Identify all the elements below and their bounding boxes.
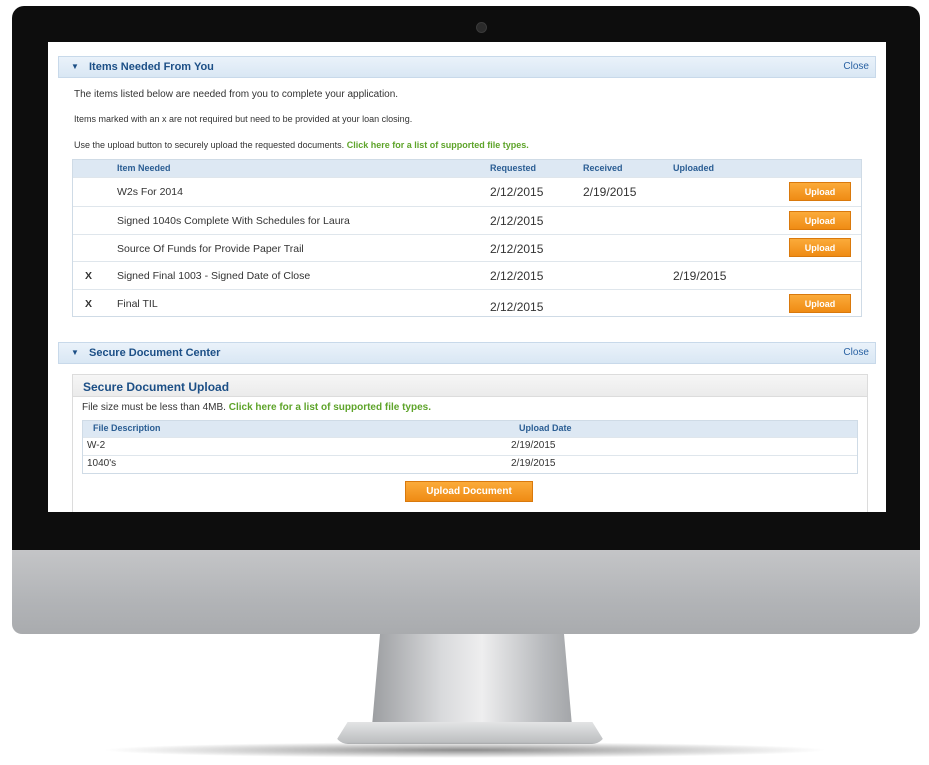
item-name: Signed 1040s Complete With Schedules for… [117,215,350,227]
screen: ▼ Items Needed From You Close The items … [48,42,886,512]
col-upload-date: Upload Date [519,423,572,433]
upload-document-button[interactable]: Upload Document [405,481,533,502]
triangle-down-icon[interactable]: ▼ [71,62,79,71]
item-name: Source Of Funds for Provide Paper Trail [117,243,304,255]
upload-button[interactable]: Upload [789,238,851,257]
col-requested: Requested [490,163,537,173]
requested-date: 2/12/2015 [490,214,544,228]
items-intro-text: The items listed below are needed from y… [74,89,399,100]
monitor-chin [12,550,920,634]
table-row: 1040's 2/19/2015 [83,455,857,473]
camera-icon [476,22,487,33]
items-note-text: Items marked with an x are not required … [74,114,413,124]
monitor-shadow [100,742,830,758]
supported-file-types-link[interactable]: Click here for a list of supported file … [347,140,529,150]
size-note-text: File size must be less than 4MB. [82,402,226,413]
required-mark: X [85,270,93,282]
table-row: W-2 2/19/2015 [83,437,857,455]
supported-file-types-link[interactable]: Click here for a list of supported file … [229,402,431,413]
requested-date: 2/12/2015 [490,242,544,256]
col-uploaded: Uploaded [673,163,715,173]
requested-date: 2/12/2015 [490,185,544,199]
upload-hint-line: Use the upload button to securely upload… [74,140,529,150]
file-description: W-2 [87,440,106,451]
items-panel-header[interactable]: ▼ Items Needed From You Close [58,56,876,78]
required-mark: X [85,298,93,310]
doc-center-title: Secure Document Center [89,347,221,359]
upload-button[interactable]: Upload [789,182,851,201]
doc-center-header[interactable]: ▼ Secure Document Center Close [58,342,876,364]
secure-upload-title: Secure Document Upload [73,375,867,397]
col-item-needed: Item Needed [117,163,171,173]
item-name: Final TIL [117,298,158,310]
triangle-down-icon[interactable]: ▼ [71,348,79,357]
monitor-stand [372,634,572,726]
uploaded-files-table: File Description Upload Date W-2 2/19/20… [82,420,858,474]
file-upload-date: 2/19/2015 [511,440,556,451]
table-row: X Signed Final 1003 - Signed Date of Clo… [73,261,861,289]
upload-button[interactable]: Upload [789,294,851,313]
upload-button[interactable]: Upload [789,211,851,230]
doc-center-close-link[interactable]: Close [843,347,869,358]
item-name: Signed Final 1003 - Signed Date of Close [117,270,311,282]
received-date: 2/19/2015 [583,185,637,199]
items-table: Item Needed Requested Received Uploaded … [72,159,862,317]
items-panel-close-link[interactable]: Close [843,61,869,72]
table-row: Source Of Funds for Provide Paper Trail … [73,234,861,261]
table-row: X Final TIL 2/12/2015 Upload [73,289,861,316]
uploaded-date: 2/19/2015 [673,269,727,283]
monitor-foot [334,722,606,744]
col-received: Received [583,163,623,173]
col-file-description: File Description [93,423,161,433]
item-name: W2s For 2014 [117,186,183,198]
file-upload-date: 2/19/2015 [511,458,556,469]
files-table-header: File Description Upload Date [83,421,857,437]
size-note-line: File size must be less than 4MB. Click h… [82,402,431,413]
upload-hint-text: Use the upload button to securely upload… [74,140,345,150]
items-table-header: Item Needed Requested Received Uploaded [73,160,861,178]
requested-date: 2/12/2015 [490,300,544,314]
items-panel-title: Items Needed From You [89,61,214,73]
requested-date: 2/12/2015 [490,269,544,283]
file-description: 1040's [87,458,117,469]
table-row: Signed 1040s Complete With Schedules for… [73,206,861,234]
table-row: W2s For 2014 2/12/2015 2/19/2015 Upload [73,177,861,206]
